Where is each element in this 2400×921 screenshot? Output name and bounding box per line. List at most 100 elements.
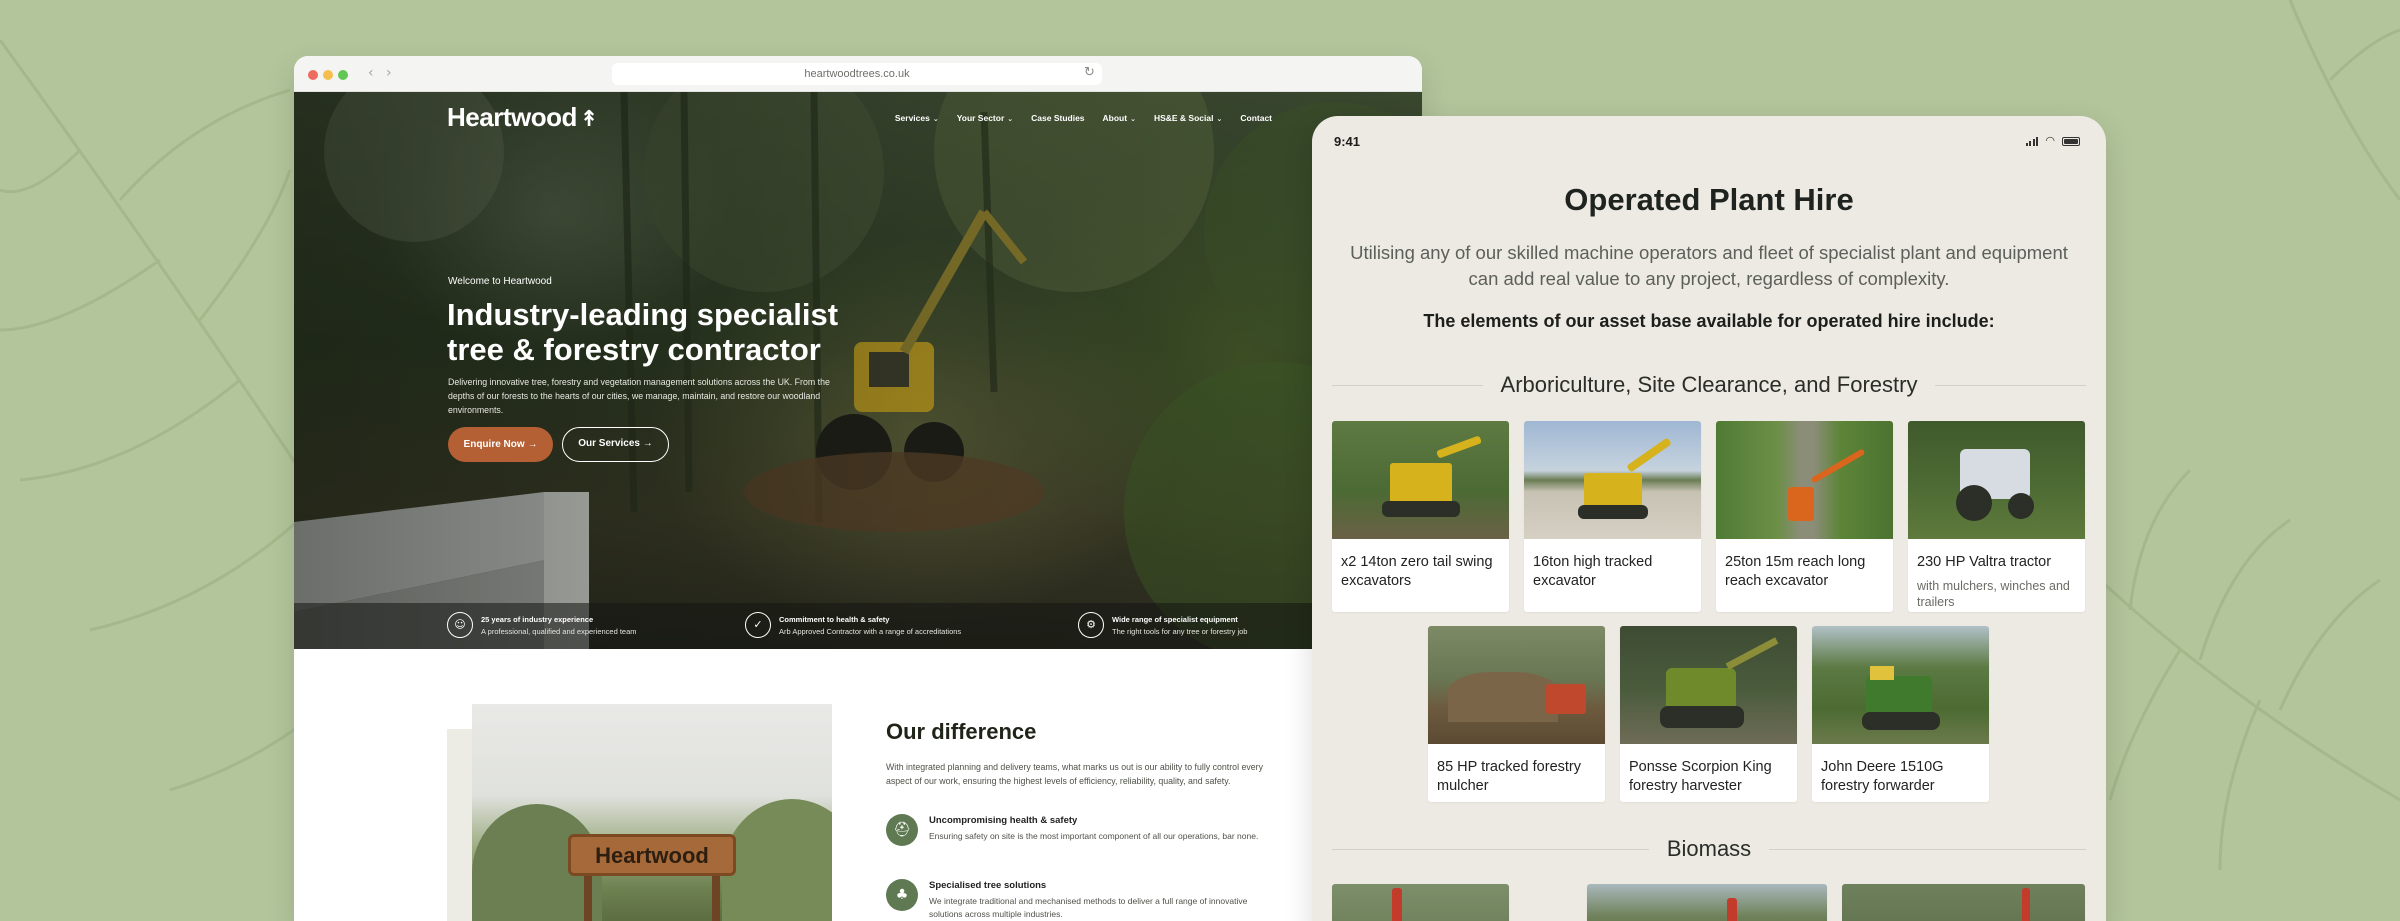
plant-card-john-deere-forwarder[interactable]: John Deere 1510G forestry forwarder (1812, 626, 1989, 802)
nav-item-case-studies[interactable]: Case Studies (1031, 113, 1084, 123)
biomass-photo (1842, 884, 2085, 921)
about-section: Heartwood Our difference With integrated… (294, 649, 1422, 921)
excavator-photo (1332, 421, 1509, 539)
feature-equipment: ⚙ Wide range of specialist equipment The … (1078, 612, 1247, 638)
difference-title: Our difference (886, 719, 1037, 744)
status-icons: ◠ (2025, 135, 2080, 146)
card-label: 230 HP Valtra tractor (1917, 554, 2052, 570)
chevron-down-icon: ⌄ (1130, 115, 1136, 123)
excavator-arm (1810, 448, 1866, 484)
tractor-wheel (2008, 493, 2034, 519)
minimize-window-button[interactable] (323, 70, 333, 80)
hero-description: Delivering innovative tree, forestry and… (448, 377, 830, 415)
tractor-photo (1908, 421, 2085, 539)
section-heading-arboriculture: Arboriculture, Site Clearance, and Fores… (1332, 372, 2086, 398)
harvester-wheels (1660, 706, 1744, 728)
tree-arrow-icon: ↟ (579, 107, 598, 132)
enquire-now-button[interactable]: Enquire Now → (448, 427, 553, 462)
plant-card-long-reach-excavator[interactable]: 25ton 15m reach long reach excavator (1716, 421, 1893, 612)
feature-subtitle: A professional, qualified and experience… (481, 626, 637, 636)
difference-item-title: Uncompromising health & safety (929, 815, 1078, 826)
biomass-photo (1587, 884, 1827, 921)
nav-item-hse-social[interactable]: HS&E & Social ⌄ (1154, 113, 1222, 123)
forwarder-photo (1812, 626, 1989, 744)
excavator-photo (1716, 421, 1893, 539)
plant-card-high-tracked-excavator[interactable]: 16ton high tracked excavator (1524, 421, 1701, 612)
lead-text: The elements of our asset base available… (1423, 311, 1995, 331)
excavator-arm (1626, 437, 1672, 473)
nav-item-your-sector[interactable]: Your Sector ⌄ (957, 113, 1013, 123)
feature-experience: ☺ 25 years of industry experience A profe… (447, 612, 637, 638)
biomass-card[interactable] (1332, 884, 1509, 921)
feature-title: 25 years of industry experience (481, 614, 594, 624)
card-label: John Deere 1510G forestry forwarder (1821, 759, 1944, 794)
close-window-button[interactable] (308, 70, 318, 80)
heartwood-logo[interactable]: Heartwood ↟ (447, 102, 598, 133)
hero-title: Industry-leading specialist tree & fores… (447, 297, 839, 367)
plant-card-zero-tail-excavators[interactable]: x2 14ton zero tail swing excavators (1332, 421, 1509, 612)
feature-strip: ☺ 25 years of industry experience A profe… (294, 603, 1422, 649)
tractor-wheel (1956, 485, 1992, 521)
card-label: Ponsse Scorpion King forestry harvester (1629, 759, 1772, 794)
chevron-down-icon: ⌄ (1216, 115, 1223, 123)
browser-toolbar: ‹ › heartwoodtrees.co.uk ↻ (294, 56, 1422, 92)
nav-item-contact[interactable]: Contact (1240, 113, 1272, 123)
people-icon: ☺ (447, 612, 473, 638)
biomass-card[interactable] (1842, 884, 2085, 921)
excavator-body (1584, 473, 1642, 507)
address-bar[interactable]: heartwoodtrees.co.uk (612, 63, 1102, 85)
card-label: 85 HP tracked forestry mulcher (1437, 759, 1581, 794)
plant-card-ponsse-harvester[interactable]: Ponsse Scorpion King forestry harvester (1620, 626, 1797, 802)
excavator-photo (1524, 421, 1701, 539)
harvester-arm (1725, 637, 1779, 670)
brush-pile (1448, 672, 1558, 722)
nav-item-services[interactable]: Services ⌄ (895, 113, 939, 123)
divider (1332, 384, 1483, 386)
biomass-photo (1332, 884, 1509, 921)
section-heading-biomass: Biomass (1332, 836, 2087, 862)
machine-arm (1727, 898, 1737, 921)
section-heading-text: Biomass (1666, 836, 1752, 861)
shield-icon: ✓ (745, 612, 771, 638)
forwarder-wheels (1862, 712, 1940, 730)
heartwood-sign-photo: Heartwood (472, 704, 832, 921)
excavator-tracks (1382, 501, 1460, 517)
divider (1769, 848, 2087, 850)
difference-item-title: Specialised tree solutions (929, 880, 1047, 891)
maximize-window-button[interactable] (338, 70, 348, 80)
difference-text: With integrated planning and delivery te… (886, 762, 1263, 786)
card-label: 25ton 15m reach long reach excavator (1725, 554, 1866, 589)
biomass-card[interactable] (1587, 884, 1827, 921)
status-time: 9:41 (1334, 134, 1361, 149)
difference-item-text: We integrate traditional and mechanised … (929, 896, 1248, 919)
divider (1935, 384, 2086, 386)
machine-arm (1392, 888, 1402, 921)
nav-item-about[interactable]: About ⌄ (1103, 113, 1136, 123)
plant-card-valtra-tractor[interactable]: 230 HP Valtra tractor with mulchers, win… (1908, 421, 2085, 612)
intro-text: Utilising any of our skilled machine ope… (1350, 242, 2068, 289)
excavator-tracks (1578, 505, 1648, 519)
reload-icon[interactable]: ↻ (1084, 65, 1095, 80)
main-nav: Services ⌄ Your Sector ⌄ Case Studies Abou… (895, 113, 1272, 123)
tablet-device: 9:41 ◠ Operated Plant Hire Utilising any… (1312, 116, 2106, 921)
chevron-right-icon[interactable]: › (386, 65, 392, 81)
card-label: 16ton high tracked excavator (1533, 554, 1653, 589)
difference-item-safety: ⛑ Uncompromising health & safety Ensurin… (886, 814, 1259, 846)
sign-text: Heartwood (595, 843, 709, 868)
hero-eyebrow: Welcome to Heartwood (448, 276, 552, 287)
chevron-left-icon[interactable]: ‹ (368, 65, 374, 81)
tree-icon: ♣ (886, 879, 918, 911)
feature-safety: ✓ Commitment to health & safety Arb Appro… (745, 612, 961, 638)
sign-post (584, 872, 592, 921)
card-sublabel: with mulchers, winches and trailers (1917, 578, 2070, 609)
divider (1332, 848, 1649, 850)
plant-card-forestry-mulcher[interactable]: 85 HP tracked forestry mulcher (1428, 626, 1605, 802)
excavator-arm (1436, 435, 1482, 459)
card-label: x2 14ton zero tail swing excavators (1341, 554, 1493, 589)
our-services-button[interactable]: Our Services → (562, 427, 669, 462)
forwarder-cab (1870, 666, 1894, 680)
excavator-body (1390, 463, 1452, 503)
mulcher-photo (1428, 626, 1605, 744)
feature-subtitle: The right tools for any tree or forestry… (1112, 626, 1248, 636)
feature-subtitle: Arb Approved Contractor with a range of … (779, 626, 962, 636)
